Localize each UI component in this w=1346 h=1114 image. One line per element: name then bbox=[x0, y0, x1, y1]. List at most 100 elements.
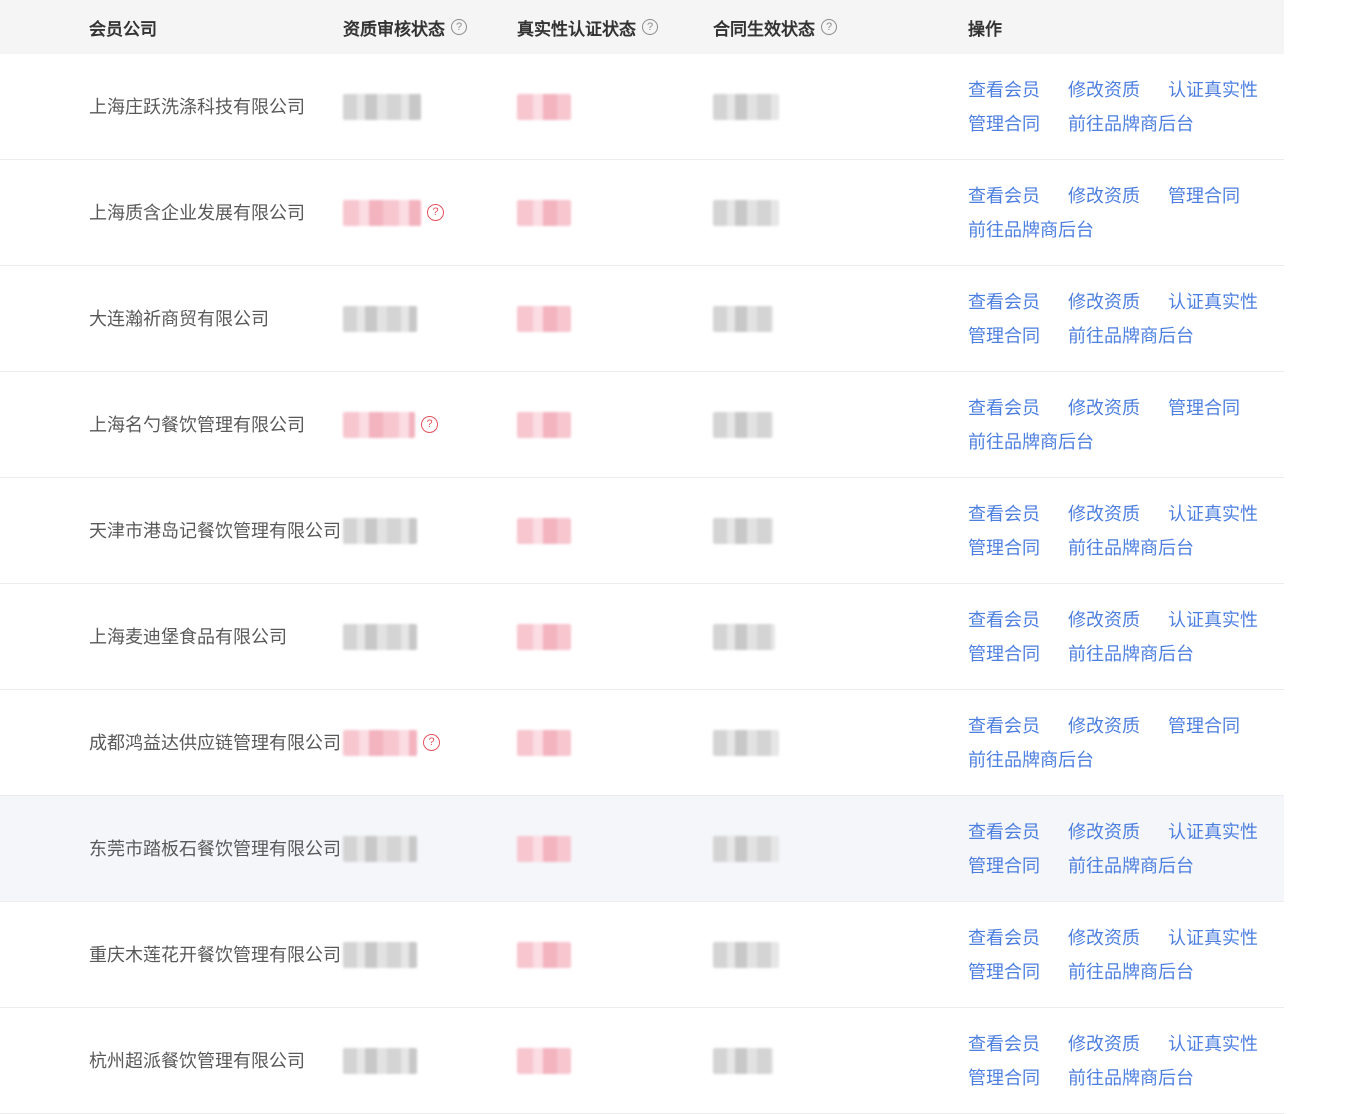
op-link[interactable]: 认证真实性 bbox=[1168, 815, 1258, 849]
op-link[interactable]: 前往品牌商后台 bbox=[1068, 1061, 1194, 1095]
contract-status-redacted bbox=[713, 305, 773, 332]
contract-status-redacted bbox=[713, 199, 779, 226]
op-link[interactable]: 查看会员 bbox=[968, 73, 1040, 107]
contract-status bbox=[713, 1008, 968, 1113]
op-link[interactable]: 前往品牌商后台 bbox=[1068, 637, 1194, 671]
op-link[interactable]: 前往品牌商后台 bbox=[1068, 319, 1194, 353]
company-name: 重庆木莲花开餐饮管理有限公司 bbox=[89, 944, 341, 965]
table-row: 成都鸿益达供应链管理有限公司? 查看会员 修改资质 管理合同前往品牌商后台 bbox=[0, 690, 1284, 796]
warning-help-icon[interactable]: ? bbox=[423, 734, 440, 751]
op-link[interactable]: 管理合同 bbox=[968, 955, 1040, 989]
header-contract: 合同生效状态 ? bbox=[713, 0, 968, 54]
op-link[interactable]: 修改资质 bbox=[1068, 179, 1140, 213]
qualification-status bbox=[343, 796, 517, 901]
op-link[interactable]: 管理合同 bbox=[968, 107, 1040, 141]
authenticity-status bbox=[517, 584, 713, 689]
contract-status bbox=[713, 54, 968, 159]
op-link[interactable]: 查看会员 bbox=[968, 179, 1040, 213]
op-link[interactable]: 前往品牌商后台 bbox=[1068, 107, 1194, 141]
operations: 查看会员 修改资质 管理合同前往品牌商后台 bbox=[968, 709, 1284, 777]
op-link[interactable]: 前往品牌商后台 bbox=[968, 743, 1094, 777]
op-link[interactable]: 管理合同 bbox=[968, 637, 1040, 671]
operations: 查看会员 修改资质 认证真实性管理合同 前往品牌商后台 bbox=[968, 1027, 1284, 1095]
operations: 查看会员 修改资质 管理合同前往品牌商后台 bbox=[968, 179, 1284, 247]
warning-help-icon[interactable]: ? bbox=[421, 416, 438, 433]
company-name: 天津市港岛记餐饮管理有限公司 bbox=[89, 520, 341, 541]
op-link[interactable]: 管理合同 bbox=[968, 531, 1040, 565]
op-link[interactable]: 修改资质 bbox=[1068, 391, 1140, 425]
company-name: 杭州超派餐饮管理有限公司 bbox=[89, 1050, 305, 1071]
qualification-status-redacted bbox=[343, 411, 415, 438]
authenticity-status bbox=[517, 478, 713, 583]
contract-status bbox=[713, 584, 968, 689]
help-icon[interactable]: ? bbox=[821, 19, 837, 35]
header-company-label: 会员公司 bbox=[89, 19, 157, 39]
authenticity-status-redacted bbox=[517, 411, 571, 438]
op-link[interactable]: 管理合同 bbox=[1168, 709, 1240, 743]
authenticity-status-redacted bbox=[517, 517, 571, 544]
help-icon[interactable]: ? bbox=[642, 19, 658, 35]
qualification-status-redacted bbox=[343, 517, 417, 544]
op-link[interactable]: 认证真实性 bbox=[1168, 285, 1258, 319]
op-link[interactable]: 修改资质 bbox=[1068, 285, 1140, 319]
operations: 查看会员 修改资质 认证真实性管理合同 前往品牌商后台 bbox=[968, 73, 1284, 141]
op-link[interactable]: 前往品牌商后台 bbox=[1068, 849, 1194, 883]
op-link[interactable]: 修改资质 bbox=[1068, 1027, 1140, 1061]
authenticity-status bbox=[517, 160, 713, 265]
qualification-status: ? bbox=[343, 372, 517, 477]
op-link[interactable]: 管理合同 bbox=[968, 1061, 1040, 1095]
table-row: 大连瀚祈商贸有限公司 查看会员 修改资质 认证真实性 管理合同 前往品牌商后台 bbox=[0, 266, 1284, 372]
op-link[interactable]: 查看会员 bbox=[968, 921, 1040, 955]
op-link[interactable]: 查看会员 bbox=[968, 603, 1040, 637]
company-name: 成都鸿益达供应链管理有限公司 bbox=[89, 732, 341, 753]
qualification-status-redacted bbox=[343, 199, 421, 226]
table-header: 会员公司 资质审核状态 ? 真实性认证状态 ? 合同生效状态 ? 操作 bbox=[0, 0, 1284, 54]
qualification-status-redacted bbox=[343, 305, 417, 332]
table-row: 天津市港岛记餐饮管理有限公司 查看会员 修改资质 认证真实性管理合同 前往品牌商后台 bbox=[0, 478, 1284, 584]
contract-status bbox=[713, 266, 968, 371]
op-link[interactable]: 管理合同 bbox=[968, 849, 1040, 883]
op-link[interactable]: 前往品牌商后台 bbox=[968, 213, 1094, 247]
op-link[interactable]: 前往品牌商后台 bbox=[968, 425, 1094, 459]
op-link[interactable]: 认证真实性 bbox=[1168, 497, 1258, 531]
op-link[interactable]: 查看会员 bbox=[968, 391, 1040, 425]
op-link[interactable]: 认证真实性 bbox=[1168, 921, 1258, 955]
contract-status-redacted bbox=[713, 517, 773, 544]
op-link[interactable]: 修改资质 bbox=[1068, 709, 1140, 743]
op-link[interactable]: 修改资质 bbox=[1068, 73, 1140, 107]
help-icon[interactable]: ? bbox=[451, 19, 467, 35]
company-name: 上海庄跃洗涤科技有限公司 bbox=[89, 96, 305, 117]
authenticity-status-redacted bbox=[517, 835, 571, 862]
op-link[interactable]: 修改资质 bbox=[1068, 815, 1140, 849]
header-qualification-label: 资质审核状态 bbox=[343, 19, 445, 39]
authenticity-status bbox=[517, 372, 713, 477]
qualification-status-redacted bbox=[343, 623, 417, 650]
op-link[interactable]: 修改资质 bbox=[1068, 497, 1140, 531]
op-link[interactable]: 查看会员 bbox=[968, 709, 1040, 743]
op-link[interactable]: 认证真实性 bbox=[1168, 73, 1258, 107]
op-link[interactable]: 修改资质 bbox=[1068, 921, 1140, 955]
op-link[interactable]: 前往品牌商后台 bbox=[1068, 955, 1194, 989]
op-link[interactable]: 修改资质 bbox=[1068, 603, 1140, 637]
header-contract-label: 合同生效状态 bbox=[713, 19, 815, 39]
warning-help-icon[interactable]: ? bbox=[427, 204, 444, 221]
header-authenticity-label: 真实性认证状态 bbox=[517, 19, 636, 39]
op-link[interactable]: 认证真实性 bbox=[1168, 1027, 1258, 1061]
op-link[interactable]: 查看会员 bbox=[968, 497, 1040, 531]
operations: 查看会员 修改资质 认证真实性管理合同 前往品牌商后台 bbox=[968, 285, 1284, 353]
header-operations-label: 操作 bbox=[968, 19, 1002, 39]
op-link[interactable]: 查看会员 bbox=[968, 1027, 1040, 1061]
op-link[interactable]: 管理合同 bbox=[1168, 391, 1240, 425]
authenticity-status bbox=[517, 266, 713, 371]
op-link[interactable]: 认证真实性 bbox=[1168, 603, 1258, 637]
op-link[interactable]: 管理合同 bbox=[1168, 179, 1240, 213]
op-link[interactable]: 查看会员 bbox=[968, 815, 1040, 849]
authenticity-status-redacted bbox=[517, 623, 571, 650]
op-link[interactable]: 管理合同 bbox=[968, 319, 1040, 353]
authenticity-status bbox=[517, 1008, 713, 1113]
op-link[interactable]: 查看会员 bbox=[968, 285, 1040, 319]
authenticity-status bbox=[517, 690, 713, 795]
op-link[interactable]: 前往品牌商后台 bbox=[1068, 531, 1194, 565]
qualification-status-redacted bbox=[343, 729, 417, 756]
authenticity-status bbox=[517, 902, 713, 1007]
